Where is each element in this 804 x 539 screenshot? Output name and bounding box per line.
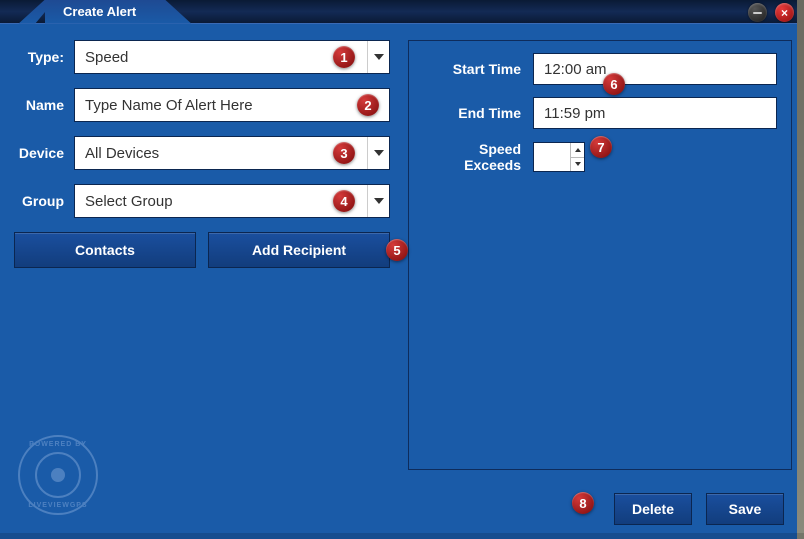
device-label: Device xyxy=(12,145,74,161)
powered-by-logo: POWERED BY LIVEVIEWGPS xyxy=(18,435,98,515)
delete-button-label: Delete xyxy=(632,501,674,517)
close-icon[interactable]: × xyxy=(775,3,794,22)
start-time-label: Start Time xyxy=(423,61,533,77)
annotation-5: 5 xyxy=(386,239,408,261)
annotation-3: 3 xyxy=(333,142,355,164)
add-recipient-button-label: Add Recipient xyxy=(252,242,346,258)
annotation-1: 1 xyxy=(333,46,355,68)
contacts-button[interactable]: Contacts xyxy=(14,232,196,268)
logo-bottom-text: LIVEVIEWGPS xyxy=(28,502,87,509)
add-recipient-button[interactable]: Add Recipient xyxy=(208,232,390,268)
name-label: Name xyxy=(12,97,74,113)
device-value: All Devices xyxy=(75,145,367,162)
name-placeholder: Type Name Of Alert Here xyxy=(75,97,389,114)
chevron-down-icon xyxy=(367,137,389,169)
speed-exceeds-input[interactable] xyxy=(533,142,585,172)
save-button-label: Save xyxy=(729,501,762,517)
annotation-8: 8 xyxy=(572,492,594,514)
group-select[interactable]: Select Group 4 xyxy=(74,184,390,218)
type-value: Speed xyxy=(75,49,367,66)
end-time-value: 11:59 pm xyxy=(544,105,605,122)
window-title: Create Alert xyxy=(45,0,191,24)
type-select[interactable]: Speed 1 xyxy=(74,40,390,74)
start-time-input[interactable]: 12:00 am xyxy=(533,53,777,85)
save-button[interactable]: Save xyxy=(706,493,784,525)
type-label: Type: xyxy=(12,49,74,65)
chevron-down-icon xyxy=(367,185,389,217)
annotation-4: 4 xyxy=(333,190,355,212)
right-pane: Start Time 12:00 am End Time 11:59 pm Sp… xyxy=(408,40,792,470)
minimize-icon[interactable] xyxy=(748,3,767,22)
spinner-down-icon[interactable] xyxy=(570,158,584,172)
contacts-button-label: Contacts xyxy=(75,242,135,258)
logo-top-text: POWERED BY xyxy=(29,441,87,448)
window-title-text: Create Alert xyxy=(63,4,136,19)
annotation-7: 7 xyxy=(590,136,612,158)
end-time-label: End Time xyxy=(423,105,533,121)
title-bar: Create Alert × xyxy=(0,0,804,24)
end-time-input[interactable]: 11:59 pm xyxy=(533,97,777,129)
device-select[interactable]: All Devices 3 xyxy=(74,136,390,170)
right-edge-decor xyxy=(797,0,804,539)
annotation-6: 6 xyxy=(603,73,625,95)
bottom-edge-decor xyxy=(0,533,804,539)
group-label: Group xyxy=(12,193,74,209)
chevron-down-icon xyxy=(367,41,389,73)
start-time-value: 12:00 am xyxy=(544,61,607,78)
annotation-2: 2 xyxy=(357,94,379,116)
delete-button[interactable]: Delete xyxy=(614,493,692,525)
spinner-up-icon[interactable] xyxy=(570,143,584,158)
name-input[interactable]: Type Name Of Alert Here 2 xyxy=(74,88,390,122)
speed-exceeds-value xyxy=(534,143,570,171)
left-column: Type: Speed 1 Name Type Name Of Alert He… xyxy=(12,40,390,469)
group-value: Select Group xyxy=(75,193,367,210)
speed-exceeds-label: Speed Exceeds xyxy=(423,141,533,173)
